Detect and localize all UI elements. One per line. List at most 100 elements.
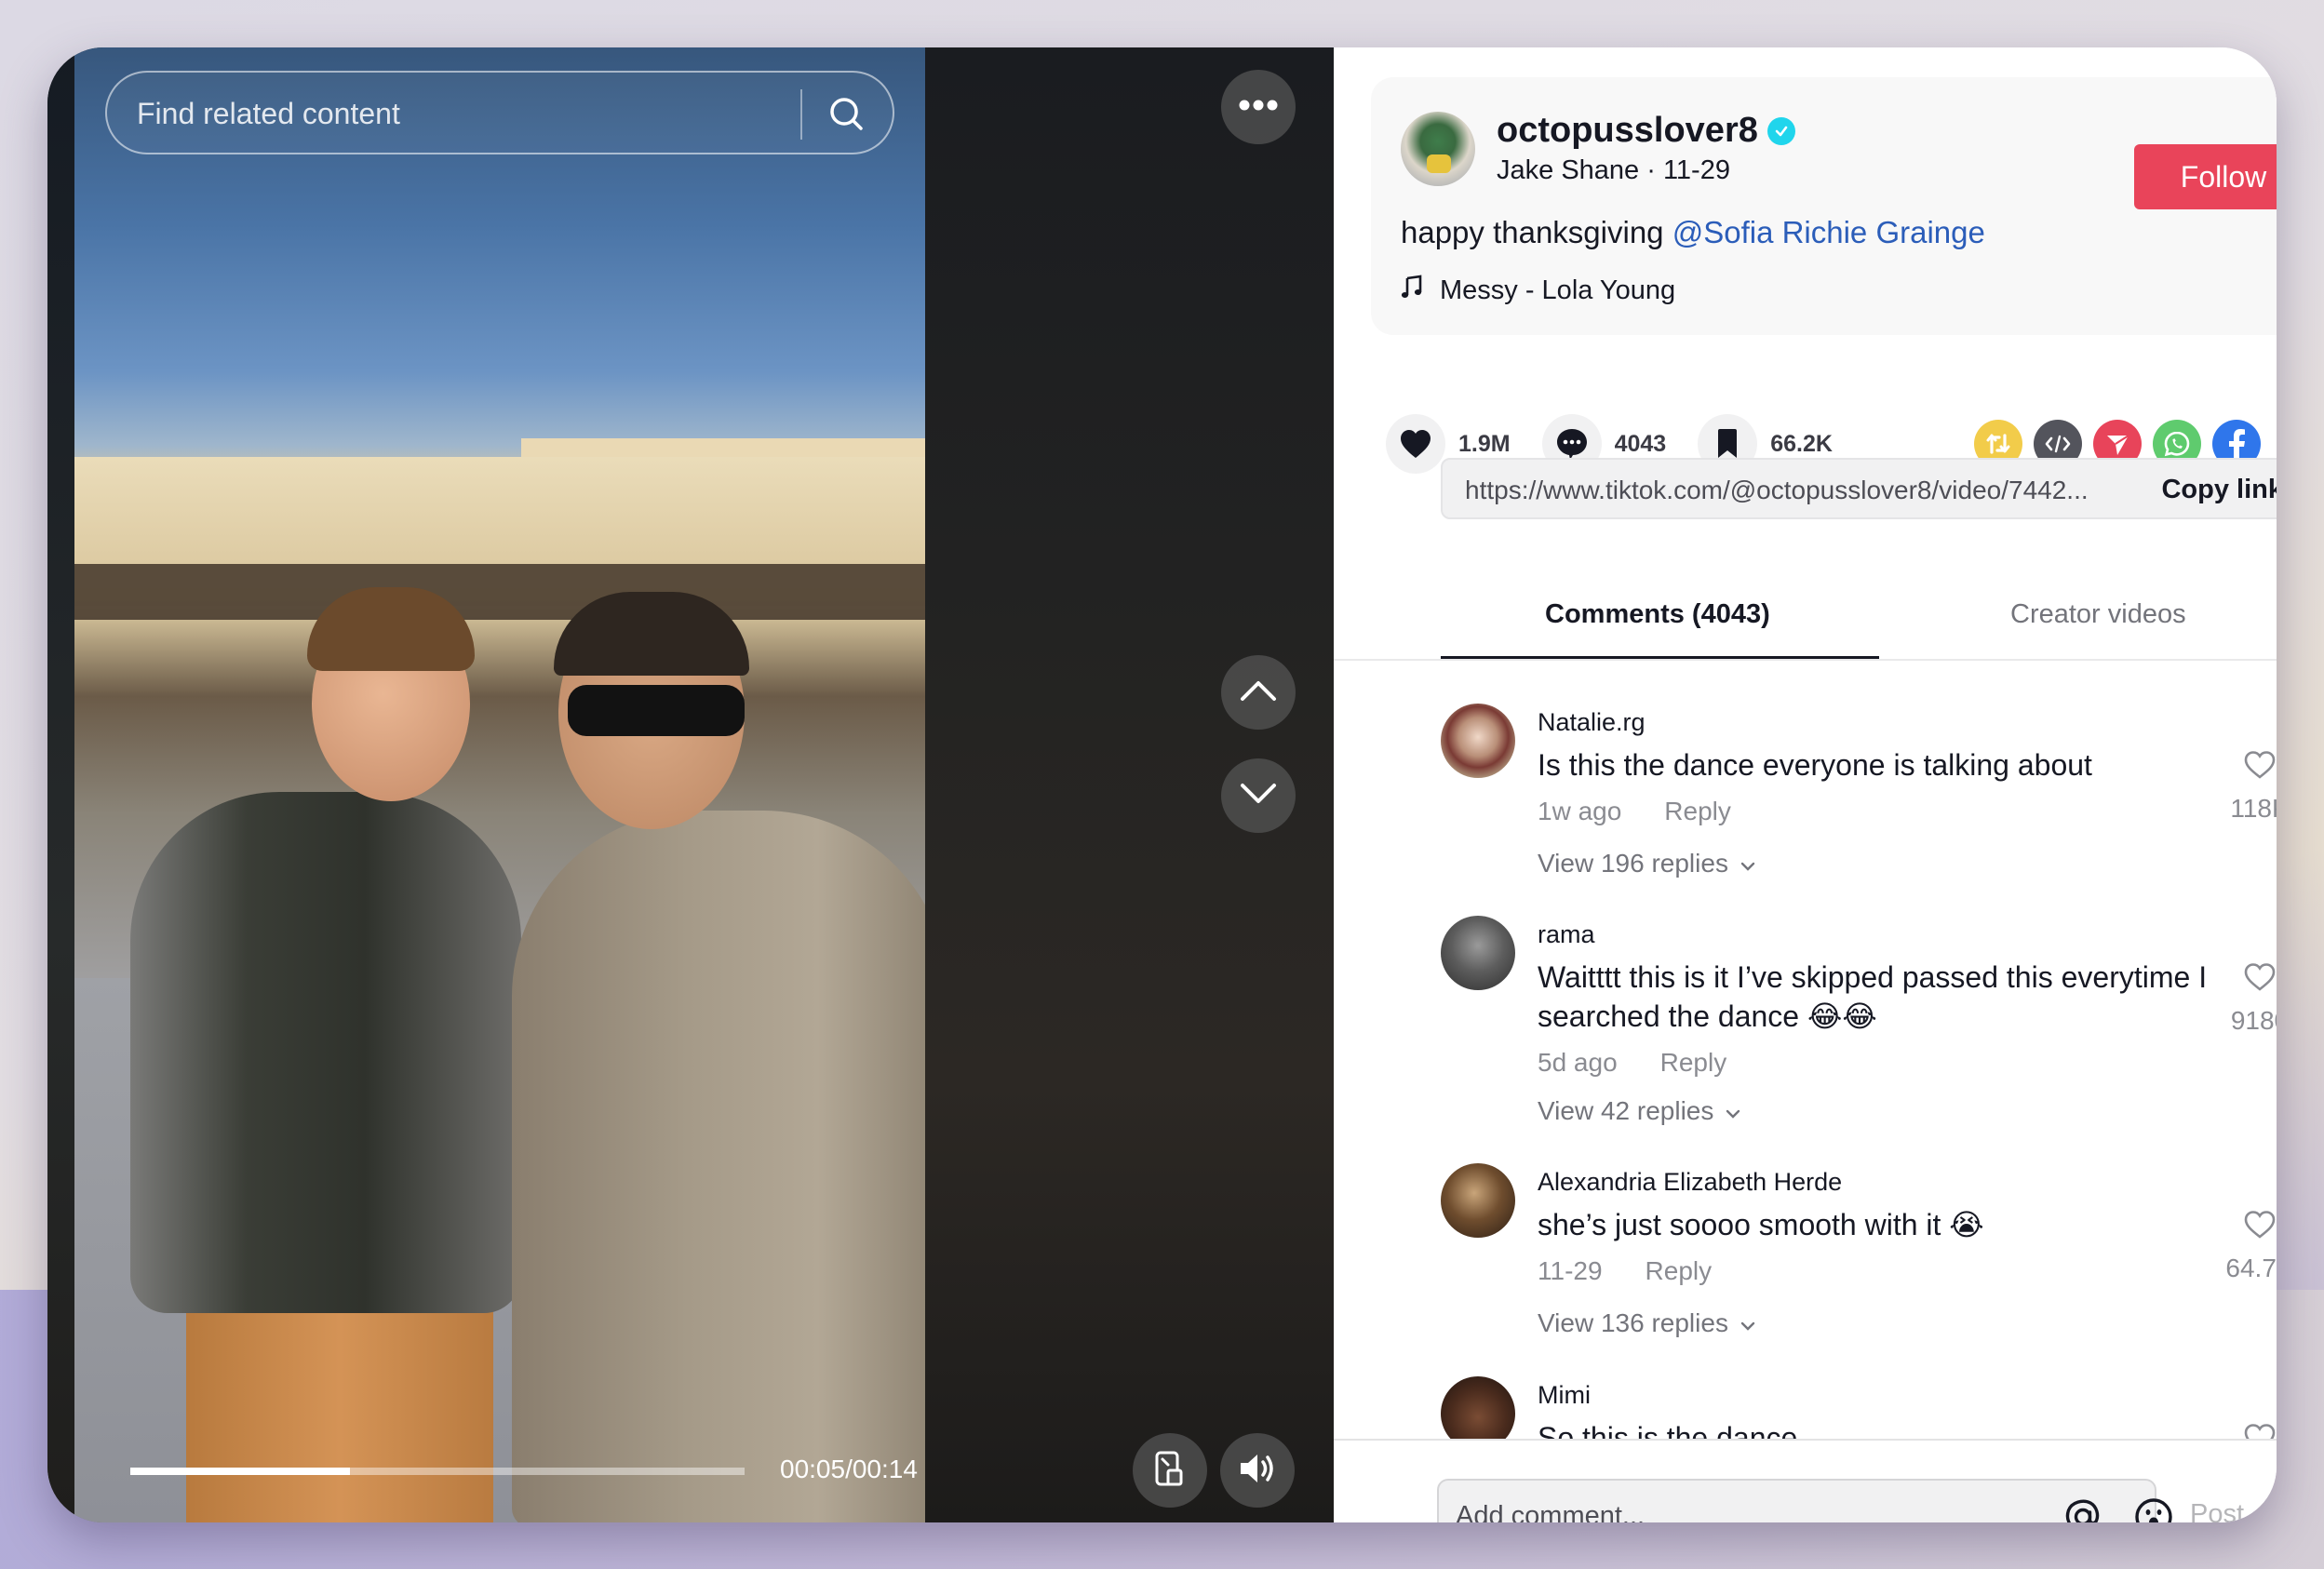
previous-video-button[interactable] (1221, 655, 1296, 730)
details-panel: octopusslover8 Jake Shane · 11-29 Follow… (1334, 47, 2277, 1522)
add-comment-box[interactable] (1437, 1479, 2172, 1522)
comment-item: Alexandria Elizabeth Herde she’s just so… (1441, 1163, 2277, 1377)
find-related-search[interactable]: Find related content (105, 71, 894, 154)
more-dots-icon (1238, 99, 1279, 116)
comment-like-button[interactable]: 118K (2223, 750, 2277, 824)
verified-badge-icon (1767, 116, 1795, 145)
chevron-down-icon (1740, 849, 1756, 878)
commenter-avatar[interactable] (1441, 1163, 1515, 1238)
music-title: Messy - Lola Young (1440, 275, 1676, 305)
picture-in-picture-icon (1154, 1450, 1186, 1492)
copy-link-button[interactable]: Copy link (2161, 475, 2277, 505)
video-url: https://www.tiktok.com/@octopusslover8/v… (1465, 476, 2089, 504)
chevron-down-icon (1725, 1096, 1741, 1126)
comment-like-count: 64.7K (2225, 1254, 2277, 1282)
video-scene-overhang (74, 564, 925, 620)
panel-tabs: Comments (4043) Creator videos (1441, 573, 2277, 660)
comment-list[interactable]: Natalie.rg Is this the dance everyone is… (1334, 661, 2277, 1439)
floating-player-button[interactable] (1133, 1433, 1207, 1508)
tiktok-video-window: 00:05/00:14 Find related content octopus… (47, 47, 2277, 1522)
save-count: 66.2K (1770, 430, 1833, 457)
chevron-down-icon (1740, 1308, 1756, 1338)
view-replies-label: View 196 replies (1538, 849, 1728, 878)
chevron-up-icon (1240, 679, 1277, 706)
commenter-avatar[interactable] (1441, 916, 1515, 990)
follow-button[interactable]: Follow (2134, 144, 2277, 209)
like-count: 1.9M (1458, 430, 1511, 457)
commenter-avatar[interactable] (1441, 1376, 1515, 1439)
video-progress-bar[interactable] (130, 1468, 745, 1475)
video-time-readout: 00:05/00:14 (780, 1455, 918, 1483)
heart-outline-icon (2243, 1211, 2277, 1243)
username-text: octopusslover8 (1497, 111, 1758, 150)
commenter-name[interactable]: Mimi (1538, 1381, 1591, 1410)
caption-text: happy thanksgiving (1401, 215, 1672, 249)
video-progress-fill (130, 1468, 350, 1475)
comment-item: Mimi So this is the dance (1441, 1376, 2277, 1439)
caption-mention-link[interactable]: @Sofia Richie Grainge (1672, 215, 1985, 249)
video-side-strip (47, 47, 74, 1522)
comment-meta: 1w ago Reply (1538, 797, 1731, 826)
mention-at-icon[interactable] (2062, 1495, 2104, 1522)
post-info-card: octopusslover8 Jake Shane · 11-29 Follow… (1371, 77, 2277, 335)
comment-time: 11-29 (1538, 1256, 1603, 1285)
search-placeholder: Find related content (137, 97, 400, 130)
comment-meta: 5d ago Reply (1538, 1048, 1726, 1078)
comment-bar-divider (1334, 1439, 2277, 1441)
commenter-name[interactable]: rama (1538, 920, 1595, 949)
post-caption: happy thanksgiving @Sofia Richie Grainge (1401, 215, 1985, 250)
comment-like-button[interactable]: 9180 (2223, 962, 2277, 1036)
heart-outline-icon (2243, 751, 2277, 784)
speaker-icon (1237, 1450, 1278, 1492)
add-comment-input[interactable] (1456, 1495, 2014, 1522)
search-icon[interactable] (826, 93, 868, 136)
video-stage: 00:05/00:14 Find related content (47, 47, 1334, 1522)
tab-creator-videos[interactable]: Creator videos (2010, 599, 2186, 630)
commenter-name[interactable]: Natalie.rg (1538, 708, 1646, 737)
video-scene-man (130, 792, 521, 1313)
reply-button[interactable]: Reply (1660, 1048, 1727, 1078)
music-link[interactable]: Messy - Lola Young (1401, 274, 1675, 307)
comment-time: 5d ago (1538, 1048, 1618, 1077)
comment-text: Waitttt this is it I’ve skipped passed t… (1538, 960, 2208, 1033)
view-replies-button[interactable]: View 136 replies (1538, 1308, 1756, 1338)
search-divider (800, 89, 802, 140)
view-replies-label: View 136 replies (1538, 1308, 1728, 1337)
tab-comments[interactable]: Comments (4043) (1545, 599, 1770, 630)
comment-item: rama Waitttt this is it I’ve skipped pas… (1441, 916, 2277, 1158)
commenter-avatar[interactable] (1441, 704, 1515, 778)
reply-button[interactable]: Reply (1646, 1256, 1713, 1286)
post-comment-button[interactable]: Post (2190, 1499, 2244, 1522)
chevron-down-icon (1240, 783, 1277, 810)
author-avatar[interactable] (1401, 112, 1475, 186)
reply-button[interactable]: Reply (1664, 797, 1731, 826)
view-replies-label: View 42 replies (1538, 1096, 1714, 1125)
comment-like-count: 118K (2230, 794, 2277, 823)
volume-button[interactable] (1220, 1433, 1295, 1508)
heart-outline-icon (2243, 963, 2277, 996)
comment-like-count: 9180 (2230, 1006, 2277, 1035)
comment-time: 1w ago (1538, 797, 1622, 825)
author-meta: Jake Shane · 11-29 (1497, 155, 1730, 185)
video-scene-sunglasses (568, 685, 745, 736)
comment-like-button[interactable] (2223, 1423, 2277, 1439)
author-username[interactable]: octopusslover8 (1497, 111, 1795, 151)
view-replies-button[interactable]: View 196 replies (1538, 849, 1756, 878)
comment-text: she’s just soooo smooth with it 😭 (1538, 1208, 1984, 1241)
comment-text: So this is the dance (1538, 1421, 1798, 1439)
music-note-icon (1401, 274, 1423, 307)
comment-text: Is this the dance everyone is talking ab… (1538, 748, 2092, 782)
share-link-box[interactable]: https://www.tiktok.com/@octopusslover8/v… (1441, 458, 2277, 519)
video-scene-woman (512, 811, 925, 1522)
view-replies-button[interactable]: View 42 replies (1538, 1096, 1741, 1126)
comment-item: Natalie.rg Is this the dance everyone is… (1441, 704, 2277, 918)
commenter-name[interactable]: Alexandria Elizabeth Herde (1538, 1168, 1842, 1197)
next-video-button[interactable] (1221, 758, 1296, 833)
comment-meta: 11-29 Reply (1538, 1256, 1712, 1286)
emoji-icon[interactable] (2132, 1495, 2175, 1522)
video-player[interactable]: 00:05/00:14 (74, 47, 925, 1522)
heart-icon (1386, 414, 1445, 474)
comment-count: 4043 (1614, 430, 1667, 457)
more-options-button[interactable] (1221, 70, 1296, 144)
comment-like-button[interactable]: 64.7K (2223, 1210, 2277, 1283)
